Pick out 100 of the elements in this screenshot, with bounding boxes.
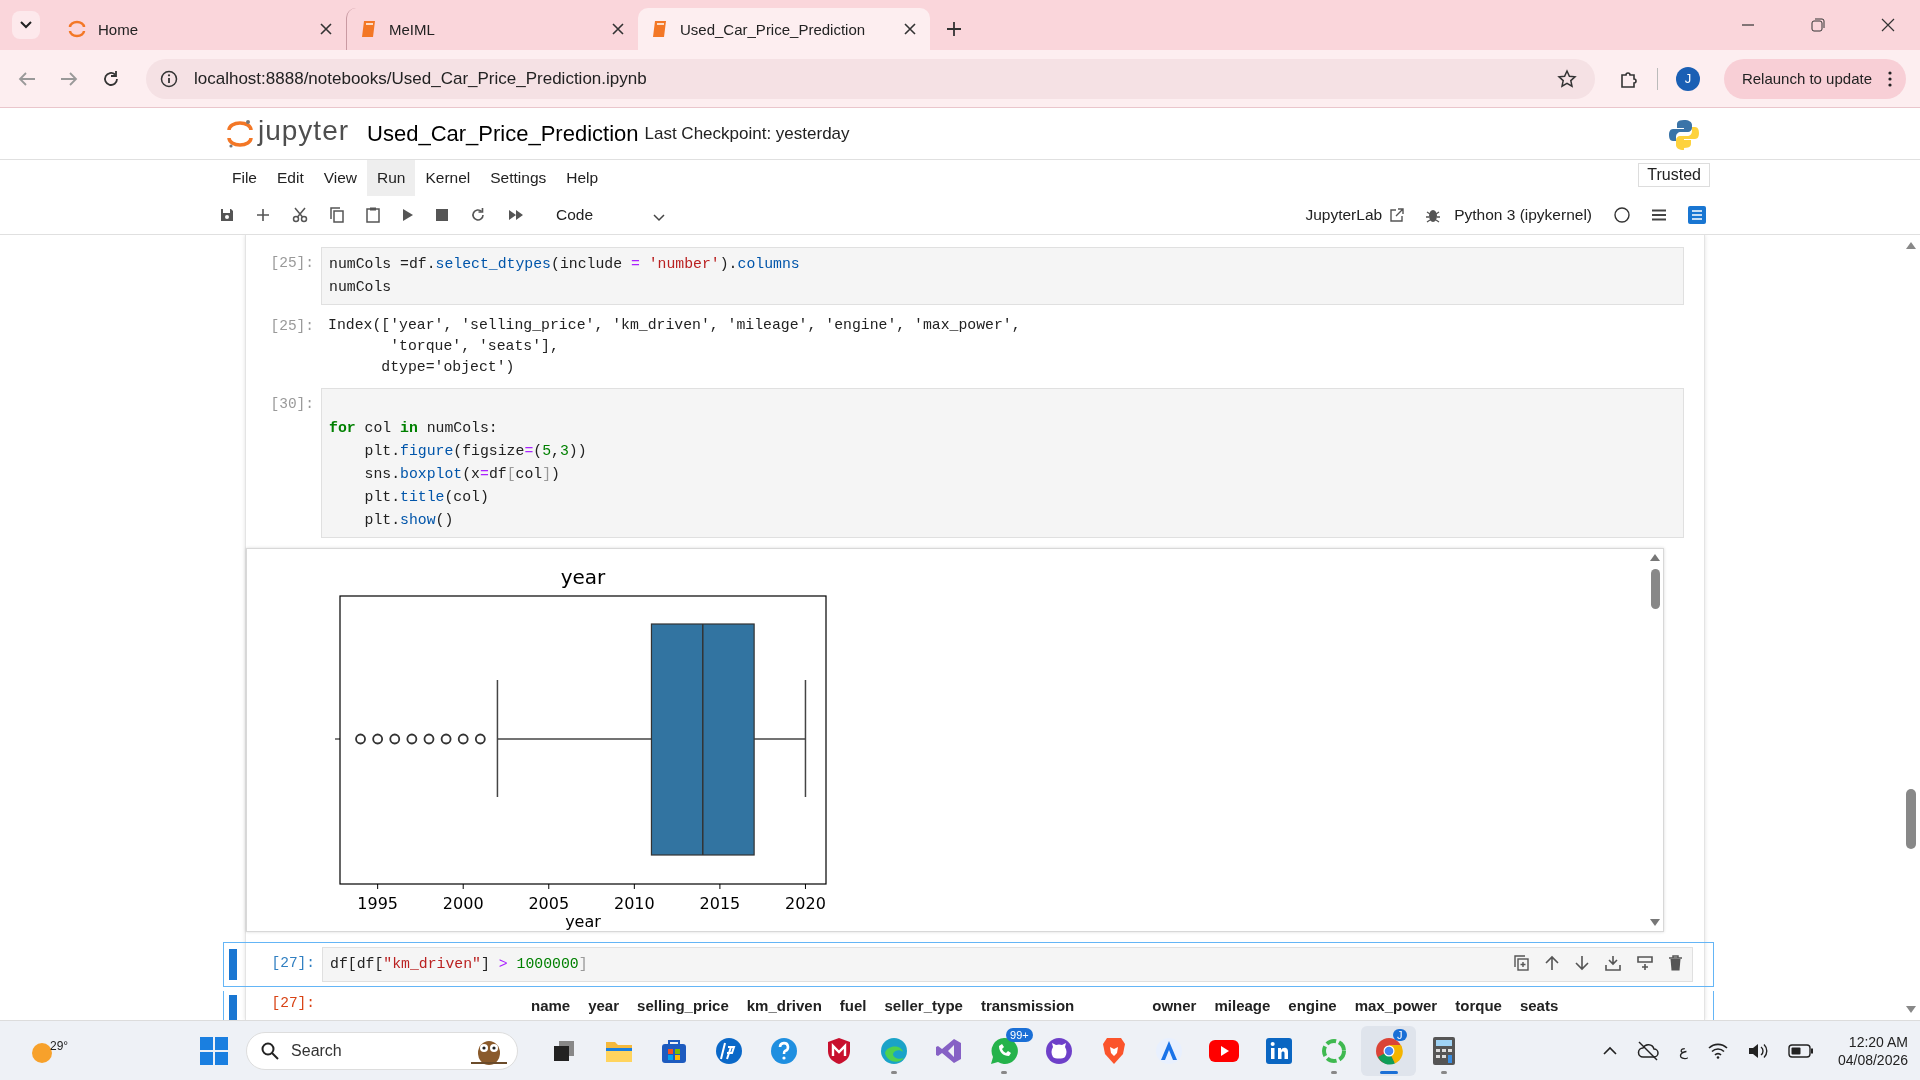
cloud-off-icon[interactable] bbox=[1636, 1040, 1659, 1061]
address-field[interactable]: localhost:8888/notebooks/Used_Car_Price_Prediction.ipynb bbox=[146, 58, 1595, 99]
insert-above-icon[interactable] bbox=[1605, 954, 1621, 971]
tick-mark bbox=[719, 883, 721, 890]
wifi-icon[interactable] bbox=[1707, 1042, 1728, 1059]
notification-badge: 99+ bbox=[1006, 1027, 1033, 1042]
scissors-icon[interactable] bbox=[292, 207, 308, 223]
plot-title: year bbox=[560, 565, 606, 589]
close-icon[interactable] bbox=[320, 23, 332, 35]
code-line: plt.figure(figsize=(5,3)) bbox=[363, 442, 588, 461]
scroll-up-icon[interactable] bbox=[1906, 241, 1916, 249]
close-icon[interactable] bbox=[1881, 18, 1895, 32]
insert-below-icon[interactable] bbox=[1637, 954, 1653, 971]
tab-title: MeIML bbox=[389, 20, 436, 38]
tick-label: 2000 bbox=[442, 894, 484, 913]
battery-icon[interactable] bbox=[1787, 1043, 1814, 1058]
menu-item[interactable]: Kernel bbox=[415, 160, 481, 196]
code-editor[interactable]: for col in numCols: plt.figure(figsize=(5,3)) sns.boxplot(x=df[col]) plt.title(col) plt.show() bbox=[321, 388, 1684, 538]
fast-forward-icon[interactable] bbox=[508, 209, 524, 221]
menu-item[interactable]: Settings bbox=[480, 160, 557, 196]
copy-icon[interactable] bbox=[330, 207, 344, 223]
scroll-up-icon[interactable] bbox=[1650, 553, 1660, 561]
taskbar-app[interactable]: 99+ bbox=[976, 1025, 1032, 1076]
notebook-icon bbox=[652, 20, 668, 38]
notebook-title[interactable]: Used_Car_Price_Prediction bbox=[367, 120, 639, 147]
save-icon[interactable] bbox=[220, 208, 234, 222]
close-icon[interactable] bbox=[904, 23, 916, 35]
column-header: name bbox=[530, 996, 572, 1014]
code-editor[interactable]: numCols =df.select_dtypes(include = 'number').columns numCols bbox=[321, 247, 1684, 305]
property-list-icon[interactable] bbox=[1688, 206, 1706, 224]
restore-icon[interactable] bbox=[1811, 18, 1825, 32]
execution-count: [25]: bbox=[269, 254, 315, 273]
scrollbar-thumb[interactable] bbox=[1650, 569, 1660, 609]
play-icon[interactable] bbox=[402, 208, 414, 222]
profile-avatar[interactable]: J bbox=[1675, 66, 1700, 91]
shopping-bag-icon bbox=[660, 1037, 687, 1064]
scroll-down-icon[interactable] bbox=[1650, 918, 1660, 927]
chevron-up-icon[interactable] bbox=[1602, 1046, 1617, 1055]
relaunch-button[interactable]: Relaunch to update bbox=[1723, 58, 1906, 99]
column-header: seats bbox=[1518, 996, 1560, 1014]
tick-mark bbox=[548, 883, 550, 890]
output-line: dtype='object') bbox=[380, 358, 516, 377]
clock-date[interactable]: 04/08/2026 bbox=[1837, 1051, 1908, 1068]
menu-icon[interactable] bbox=[1652, 209, 1666, 221]
chevron-down-icon bbox=[653, 214, 666, 222]
clock-time[interactable]: 12:20 AM bbox=[1848, 1033, 1908, 1050]
trash-icon[interactable] bbox=[1669, 954, 1682, 971]
output-line: 'torque', 'seats'], bbox=[389, 337, 560, 356]
column-header: selling_price bbox=[636, 996, 730, 1014]
plus-icon[interactable] bbox=[256, 208, 270, 222]
column-header: transmission bbox=[979, 996, 1076, 1014]
reload-icon[interactable] bbox=[102, 69, 120, 88]
browser-tab[interactable]: Used_Car_Price_Prediction bbox=[638, 8, 930, 50]
info-icon bbox=[160, 69, 178, 88]
menu-item[interactable]: Edit bbox=[267, 160, 314, 196]
menu-item[interactable]: View bbox=[313, 160, 368, 196]
close-icon[interactable] bbox=[612, 23, 624, 35]
clipboard-icon[interactable] bbox=[366, 207, 380, 223]
column-header: mileage bbox=[1213, 996, 1272, 1014]
plus-icon[interactable] bbox=[946, 21, 962, 37]
triangle-app-icon bbox=[1154, 1036, 1183, 1065]
execution-count: [27]: bbox=[270, 993, 316, 1013]
start-icon[interactable] bbox=[200, 1036, 229, 1065]
menu-item[interactable]: Help bbox=[556, 160, 609, 196]
bug-icon[interactable] bbox=[1426, 207, 1441, 223]
tick-mark bbox=[804, 883, 806, 890]
scrollbar-thumb[interactable] bbox=[1906, 789, 1916, 849]
search-field[interactable]: Search bbox=[246, 1031, 519, 1070]
jupyterlab-link[interactable]: JupyterLab bbox=[1305, 206, 1405, 224]
overlapping-windows-icon bbox=[551, 1038, 576, 1063]
kernel-name[interactable]: Python 3 (ipykernel) bbox=[1454, 206, 1592, 224]
code-line: df[df["km_driven"] > 1000000] bbox=[330, 954, 589, 974]
kebab-menu-icon bbox=[1888, 70, 1892, 87]
arrow-down-icon[interactable] bbox=[1575, 954, 1589, 971]
speaker-icon[interactable] bbox=[1747, 1042, 1768, 1059]
arrow-up-icon[interactable] bbox=[1545, 954, 1559, 971]
code-editor[interactable]: df[df["km_driven"] > 1000000] bbox=[322, 946, 1693, 982]
tick-mark bbox=[462, 883, 464, 890]
restart-icon[interactable] bbox=[470, 207, 486, 223]
execution-count: [25]: bbox=[269, 317, 315, 336]
star-icon[interactable] bbox=[1556, 68, 1577, 89]
scroll-down-icon[interactable] bbox=[1906, 1006, 1916, 1014]
code-line: plt.title(col) bbox=[363, 488, 490, 507]
weather-widget[interactable]: 29° bbox=[28, 1038, 69, 1063]
notification-badge: J bbox=[1393, 1028, 1407, 1041]
external-link-icon bbox=[1390, 208, 1405, 222]
menu-item[interactable]: File bbox=[222, 160, 267, 196]
tab-list-button[interactable] bbox=[12, 11, 40, 39]
browser-tab[interactable]: Home bbox=[54, 8, 346, 50]
language-indicator[interactable]: ع bbox=[1678, 1041, 1688, 1060]
help-icon bbox=[769, 1036, 798, 1065]
menu-item[interactable]: Run bbox=[367, 160, 416, 196]
column-header: torque bbox=[1454, 996, 1503, 1014]
trusted-indicator[interactable]: Trusted bbox=[1638, 163, 1710, 187]
cell-type-dropdown[interactable]: Code bbox=[556, 206, 666, 224]
taskbar-app[interactable]: J bbox=[1361, 1025, 1417, 1076]
column-header: engine bbox=[1287, 996, 1338, 1014]
tick-label: 2020 bbox=[785, 894, 826, 913]
tick-mark bbox=[377, 883, 379, 890]
duplicate-icon[interactable] bbox=[1514, 954, 1529, 971]
